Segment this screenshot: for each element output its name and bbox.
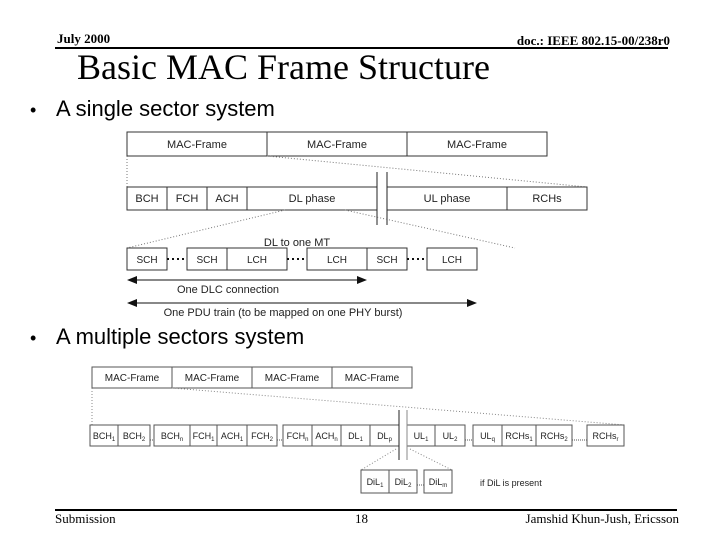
- dil-note: if DiL is present: [480, 478, 542, 488]
- pdu-train-label: One PDU train (to be mapped on one PHY b…: [164, 307, 403, 319]
- mac-frame-label: MAC-Frame: [185, 373, 240, 384]
- pdu-cell-label: SCH: [196, 255, 217, 266]
- pdu-cell-label: LCH: [327, 255, 347, 266]
- pdu-cell-label: LCH: [442, 255, 462, 266]
- arrow-head-left-icon: [127, 299, 137, 307]
- expansion-line: [126, 209, 286, 249]
- footer-submission: Submission: [55, 511, 116, 526]
- pdu-cell-label: SCH: [376, 255, 397, 266]
- footer-author: Jamshid Khun-Jush, Ericsson: [525, 511, 679, 526]
- arrow-head-left-icon: [127, 276, 137, 284]
- single-sector-diagram: [126, 131, 588, 307]
- footer-page-number: 18: [355, 511, 368, 526]
- frame-part-label: DL phase: [289, 193, 336, 205]
- arrow-head-right-icon: [357, 276, 367, 284]
- arrow-head-right-icon: [467, 299, 477, 307]
- frame-part-label: RCHs: [532, 193, 562, 205]
- mac-frame-label: MAC-Frame: [447, 139, 507, 151]
- frame-part-label: FCH: [176, 193, 199, 205]
- frame-part-label: ACH: [215, 193, 238, 205]
- pdu-cell-label: LCH: [247, 255, 267, 266]
- mac-frame-label: MAC-Frame: [345, 373, 400, 384]
- dl-to-one-mt-label: DL to one MT: [264, 237, 331, 249]
- single-sector-labels: MAC-Frame MAC-Frame MAC-Frame BCH FCH AC…: [135, 139, 562, 319]
- frame-structure-diagrams: MAC-Frame MAC-Frame MAC-Frame BCH FCH AC…: [89, 131, 626, 494]
- dlc-connection-label: One DLC connection: [177, 284, 279, 296]
- multi-sector-diagram: [89, 366, 626, 494]
- expansion-line: [266, 155, 588, 188]
- frame-part-label: BCH: [135, 193, 158, 205]
- mac-frame-label: MAC-Frame: [105, 373, 160, 384]
- pdu-cell-label: SCH: [136, 255, 157, 266]
- expansion-line: [409, 448, 453, 471]
- mac-frame-label: MAC-Frame: [307, 139, 367, 151]
- expansion-line: [360, 448, 397, 471]
- frame-part-label: UL phase: [424, 193, 471, 205]
- mac-frame-label: MAC-Frame: [265, 373, 320, 384]
- mac-frame-label: MAC-Frame: [167, 139, 227, 151]
- expansion-line: [344, 209, 516, 249]
